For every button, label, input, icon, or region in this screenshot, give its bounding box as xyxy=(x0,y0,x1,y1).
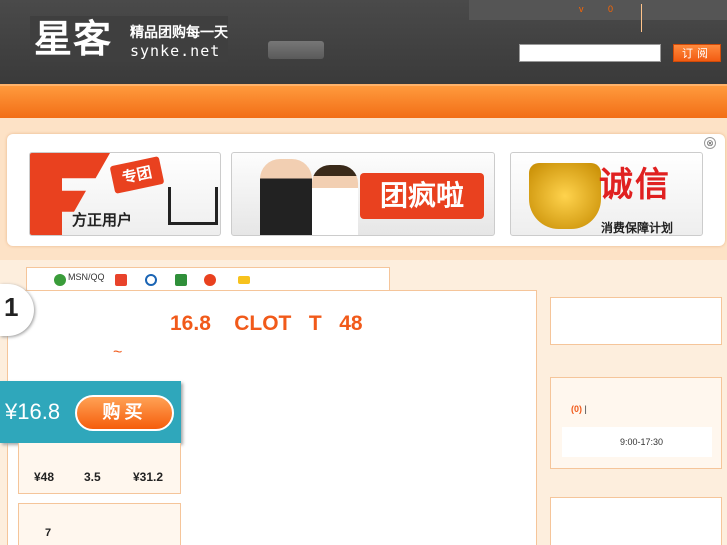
renren-icon[interactable] xyxy=(145,274,157,286)
site-logo[interactable]: 星客 精品团购每一天 synke.net xyxy=(30,16,228,62)
discount: 3.5 xyxy=(84,470,101,484)
saved-amount: ¥31.2 xyxy=(133,470,164,484)
deal-price: ¥16.8 xyxy=(5,399,61,424)
shopping-cart-icon xyxy=(168,187,218,225)
top-user-bar: v 0 xyxy=(469,0,727,20)
price-stats xyxy=(18,443,181,494)
city-switch-button[interactable] xyxy=(268,41,324,59)
topbar-item[interactable]: 0 xyxy=(608,4,613,14)
nav-divider xyxy=(641,4,642,32)
ad-sub-text: 消费保障计划 xyxy=(601,221,674,235)
bought-count-box xyxy=(18,503,181,545)
sidebar-box xyxy=(550,297,722,345)
ad-title: 团疯啦 xyxy=(360,173,484,219)
rank-number: 1 xyxy=(4,292,19,322)
deal-title[interactable]: 16.8 CLOT T 48 xyxy=(170,312,363,336)
bought-count: 7 xyxy=(45,527,52,539)
mail-icon[interactable] xyxy=(238,276,250,284)
subscribe-button[interactable]: 订阅 xyxy=(673,44,721,62)
main-nav-bar xyxy=(0,84,727,118)
service-line: (0) | xyxy=(571,404,587,414)
original-price: ¥48 xyxy=(34,470,55,484)
ad-tuanfengla[interactable]: 团疯啦 xyxy=(231,152,495,236)
douban-icon[interactable] xyxy=(175,274,187,286)
kaixin-icon[interactable] xyxy=(115,274,127,286)
topbar-item[interactable]: v xyxy=(579,4,584,14)
service-hours: 9:00-17:30 xyxy=(620,437,664,447)
share-msn-label[interactable]: MSN/QQ xyxy=(68,272,105,282)
deal-subtitle: ~ xyxy=(113,344,123,361)
subscribe-email-input[interactable] xyxy=(519,44,661,62)
ad-text: 方正用户 xyxy=(72,211,133,229)
ad-founder-users[interactable]: 专团 方正用户 xyxy=(29,152,221,236)
service-count[interactable]: (0) xyxy=(571,404,582,414)
person-image xyxy=(260,159,312,235)
buy-button[interactable]: 购买 xyxy=(75,395,174,431)
logo-domain: synke.net xyxy=(130,42,221,60)
ad-tag: 专团 xyxy=(109,156,165,194)
person-image xyxy=(312,165,358,235)
logo-slogan: 精品团购每一天 xyxy=(130,25,228,41)
ad-integrity[interactable]: 诚信 消费保障计划 xyxy=(510,152,703,236)
msn-icon[interactable] xyxy=(54,274,66,286)
ad-big-text: 诚信 xyxy=(599,165,671,205)
golden-cauldron-icon xyxy=(529,163,601,229)
weibo-icon[interactable] xyxy=(204,274,216,286)
close-icon[interactable]: ⊗ xyxy=(704,137,716,149)
service-sep: | xyxy=(582,404,587,414)
logo-main-text: 星客 xyxy=(34,17,113,61)
sidebar-box xyxy=(550,497,722,545)
